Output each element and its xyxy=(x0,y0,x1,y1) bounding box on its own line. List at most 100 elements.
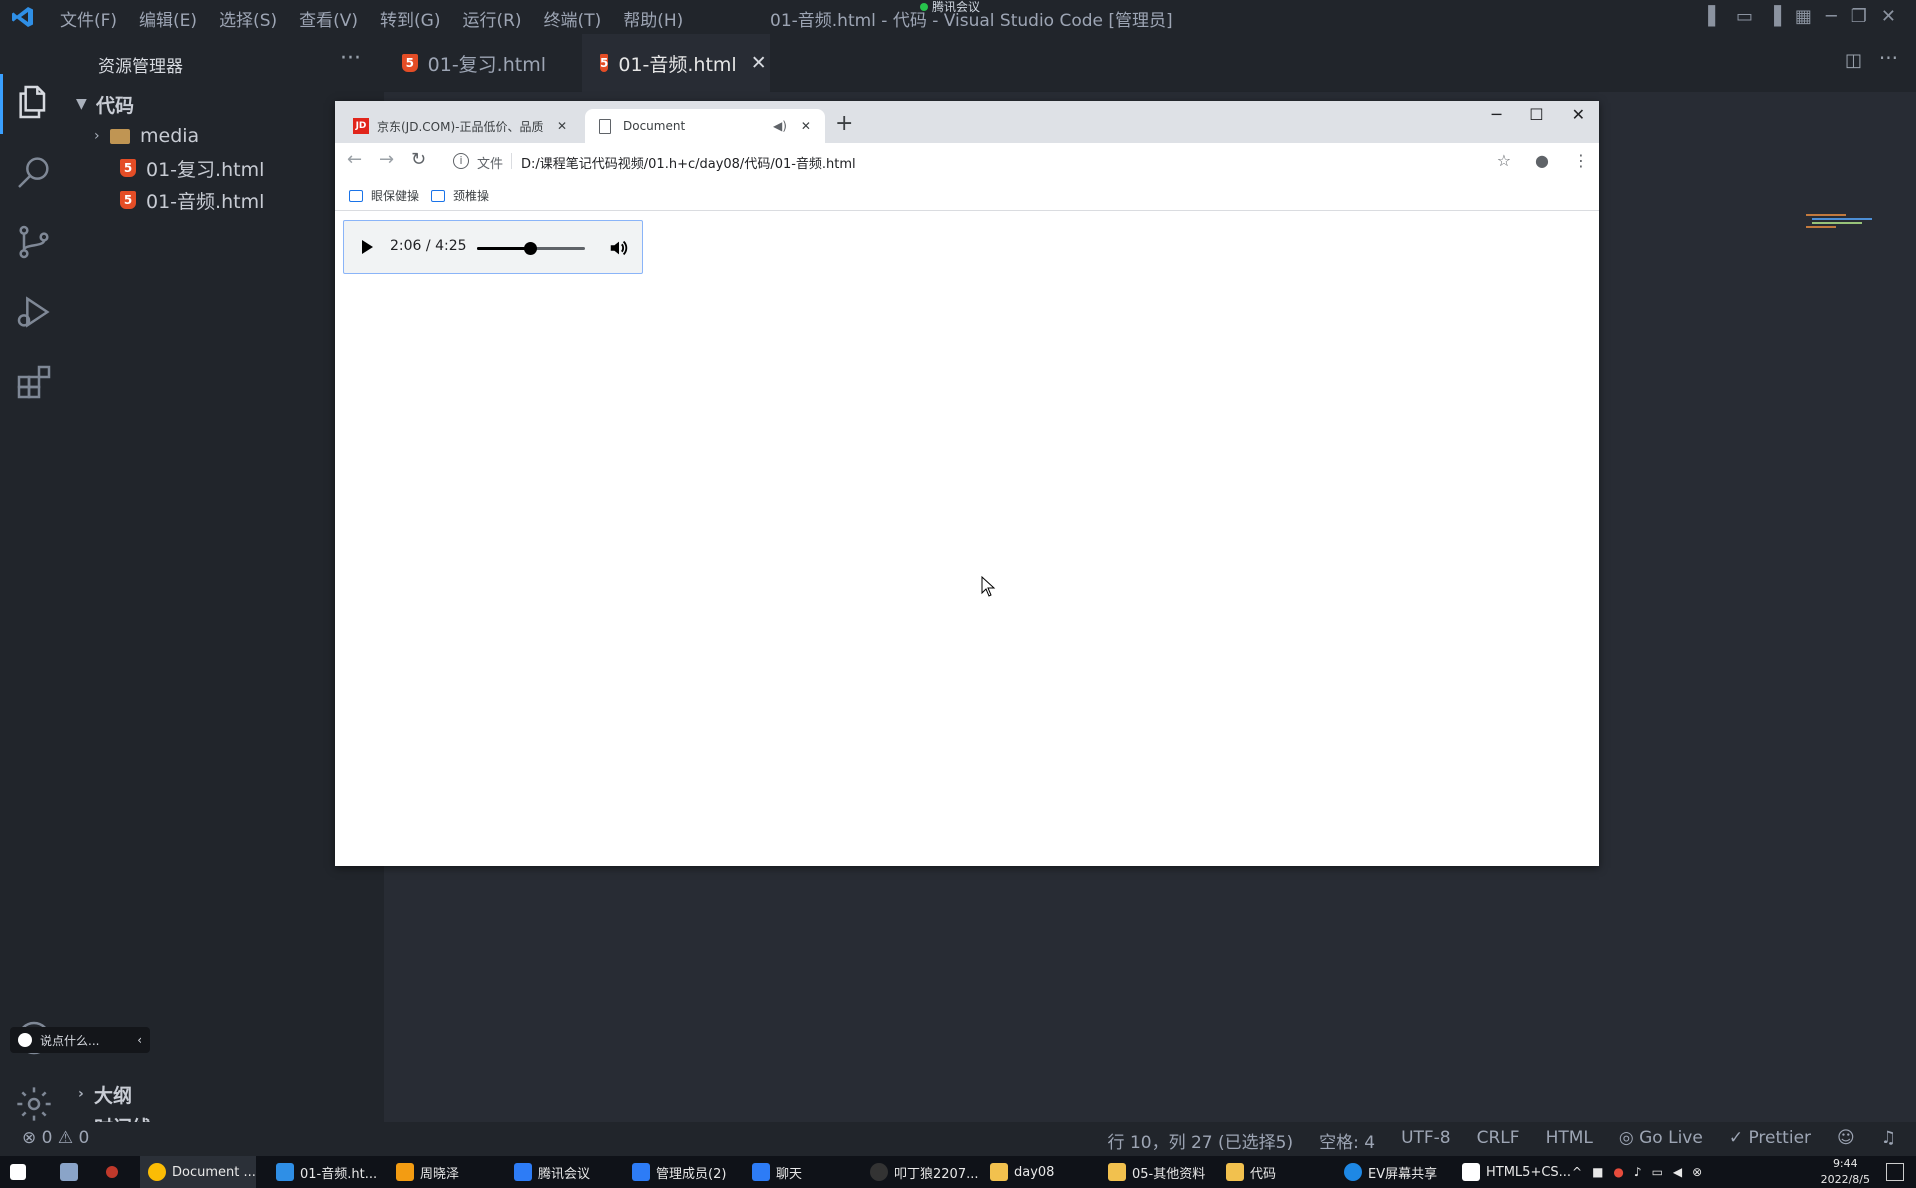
tray-record-icon[interactable]: ● xyxy=(1613,1165,1623,1179)
bookmark-item[interactable]: 颈椎操 xyxy=(431,187,489,204)
tencent-meeting-icon xyxy=(514,1163,532,1181)
editor-more-icon[interactable]: ··· xyxy=(1879,46,1898,70)
minimize-window-icon[interactable]: ─ xyxy=(1826,6,1837,27)
go-live-label: Go Live xyxy=(1639,1128,1703,1148)
close-tab-icon[interactable]: ✕ xyxy=(557,119,567,133)
taskbar-item-members[interactable]: 管理成员(2) xyxy=(624,1156,726,1188)
taskbar-item-chrome[interactable]: Document ... xyxy=(140,1156,256,1188)
taskbar-item-code[interactable]: 代码 xyxy=(1218,1156,1276,1188)
taskbar-item-vscode[interactable]: 01-音频.ht... xyxy=(268,1156,377,1188)
tray-close-icon[interactable]: ⊗ xyxy=(1692,1165,1702,1179)
notifications-bell-icon[interactable]: ♫ xyxy=(1881,1128,1896,1153)
vscode-titlebar: 文件(F) 编辑(E) 选择(S) 查看(V) 转到(G) 运行(R) 终端(T… xyxy=(0,0,1916,34)
menu-go[interactable]: 转到(G) xyxy=(380,6,440,31)
toggle-secondary-sidebar-icon[interactable]: ▐ xyxy=(1767,6,1781,27)
app-icon xyxy=(870,1163,888,1181)
close-icon[interactable]: ✕ xyxy=(1572,105,1585,124)
profile-avatar-icon[interactable]: ● xyxy=(1535,151,1549,170)
menu-help[interactable]: 帮助(H) xyxy=(623,6,683,31)
menu-selection[interactable]: 选择(S) xyxy=(219,6,277,31)
taskbar-item-day08[interactable]: day08 xyxy=(982,1156,1054,1188)
site-info-icon[interactable]: i xyxy=(453,153,469,169)
problems-indicator[interactable]: ⊗ 0 ⚠ 0 xyxy=(22,1128,89,1148)
clock-time: 9:44 xyxy=(1832,1157,1858,1170)
line-ending[interactable]: CRLF xyxy=(1477,1128,1520,1153)
tray-volume-icon[interactable]: ◀ xyxy=(1673,1165,1682,1179)
volume-icon[interactable] xyxy=(608,237,630,259)
customize-layout-icon[interactable]: ▦ xyxy=(1795,6,1812,27)
menu-run[interactable]: 运行(R) xyxy=(462,6,521,31)
taskbar-clock[interactable]: 9:44 2022/8/5 xyxy=(1821,1156,1870,1188)
menu-edit[interactable]: 编辑(E) xyxy=(139,6,197,31)
audio-seek-thumb[interactable] xyxy=(524,242,538,255)
taskbar-item-label: 周晓泽 xyxy=(420,1166,460,1182)
close-tab-icon[interactable]: ✕ xyxy=(801,119,811,133)
extensions-icon[interactable] xyxy=(14,362,54,402)
taskbar-item-label: 叩丁狼2207... xyxy=(894,1166,979,1182)
go-live-button[interactable]: ◎ Go Live xyxy=(1619,1128,1703,1153)
tab-review-html[interactable]: 5 01-复习.html xyxy=(384,34,564,92)
minimap[interactable] xyxy=(1806,212,1896,238)
source-control-icon[interactable] xyxy=(14,222,54,262)
menu-view[interactable]: 查看(V) xyxy=(299,6,358,31)
chrome-tab-jd[interactable]: JD 京东(JD.COM)-正品低价、品质 ✕ xyxy=(353,109,573,143)
prettier-button[interactable]: ✓ Prettier xyxy=(1729,1128,1811,1153)
maximize-icon[interactable]: ☐ xyxy=(1529,105,1543,124)
menu-terminal[interactable]: 终端(T) xyxy=(544,6,602,31)
collapse-chevron-icon[interactable]: ‹ xyxy=(137,1033,142,1047)
tab-audio-html[interactable]: 5 01-音频.html ✕ xyxy=(582,34,770,92)
close-window-icon[interactable]: ✕ xyxy=(1881,6,1896,27)
chrome-menu-icon[interactable]: ⋮ xyxy=(1573,151,1589,170)
taskbar-item-ev[interactable]: EV屏幕共享 xyxy=(1336,1156,1437,1188)
taskbar-item-typora[interactable]: HTML5+CS... xyxy=(1454,1156,1571,1188)
folder-icon xyxy=(110,128,130,144)
play-icon[interactable] xyxy=(362,240,373,254)
tray-mic-icon[interactable]: ♪ xyxy=(1634,1165,1642,1179)
check-icon: ✓ xyxy=(1728,1128,1744,1148)
chrome-toolbar: ← → ↻ i 文件 D:/课程笔记代码视频/01.h+c/day08/代码/0… xyxy=(335,143,1599,179)
run-debug-icon[interactable] xyxy=(14,292,54,332)
toggle-sidebar-icon[interactable]: ▌ xyxy=(1708,6,1722,27)
address-bar-url[interactable]: D:/课程笔记代码视频/01.h+c/day08/代码/01-音频.html xyxy=(521,153,856,172)
close-tab-icon[interactable]: ✕ xyxy=(751,52,767,74)
new-tab-icon[interactable]: + xyxy=(835,111,853,136)
audio-playing-icon[interactable]: ◀) xyxy=(773,119,787,133)
tray-overflow-chevron-icon[interactable]: ^ xyxy=(1572,1165,1582,1179)
start-windows-icon[interactable] xyxy=(10,1156,32,1188)
feedback-icon[interactable]: ☺ xyxy=(1837,1128,1855,1153)
menu-file[interactable]: 文件(F) xyxy=(60,6,117,31)
outline-section[interactable]: › 大纲 xyxy=(68,1078,384,1110)
taskbar-item-meeting[interactable]: 腾讯会议 xyxy=(506,1156,590,1188)
taskbar-item-wolf[interactable]: 叩丁狼2207... xyxy=(862,1156,978,1188)
cursor-position[interactable]: 行 10，列 27 (已选择5) xyxy=(1108,1128,1294,1153)
task-view-icon[interactable] xyxy=(60,1156,84,1188)
restore-window-icon[interactable]: ❐ xyxy=(1851,6,1867,27)
bookmark-item[interactable]: 眼保健操 xyxy=(349,187,419,204)
minimize-icon[interactable]: ─ xyxy=(1492,105,1502,124)
language-mode[interactable]: HTML xyxy=(1546,1128,1593,1153)
toggle-panel-icon[interactable]: ▭ xyxy=(1736,6,1753,27)
audio-player[interactable]: 2:06 / 4:25 xyxy=(343,220,643,274)
taskbar-item-other[interactable]: 05-其他资料 xyxy=(1100,1156,1205,1188)
explorer-icon[interactable] xyxy=(14,82,54,122)
encoding[interactable]: UTF-8 xyxy=(1401,1128,1451,1153)
reload-icon[interactable]: ↻ xyxy=(411,149,426,170)
ev-share-icon xyxy=(1344,1163,1362,1181)
bookmark-star-icon[interactable]: ☆ xyxy=(1497,151,1511,170)
back-arrow-icon[interactable]: ← xyxy=(347,149,362,170)
split-editor-icon[interactable]: ◫ xyxy=(1845,50,1862,71)
more-actions-icon[interactable]: ··· xyxy=(340,46,361,71)
tray-network-icon[interactable]: ▭ xyxy=(1652,1165,1663,1179)
audio-seek-slider[interactable] xyxy=(477,242,585,255)
recorder-icon[interactable] xyxy=(106,1156,124,1188)
search-icon[interactable] xyxy=(14,152,54,192)
indentation[interactable]: 空格: 4 xyxy=(1319,1128,1375,1153)
action-center-icon[interactable] xyxy=(1886,1163,1904,1181)
settings-gear-icon[interactable] xyxy=(14,1084,54,1124)
tray-app-icon[interactable]: ■ xyxy=(1592,1165,1603,1179)
taskbar-item-contact[interactable]: 周晓泽 xyxy=(388,1156,459,1188)
forward-arrow-icon[interactable]: → xyxy=(379,149,394,170)
chrome-tab-document[interactable]: Document ◀) ✕ xyxy=(585,109,825,143)
chat-input-pill[interactable]: 说点什么... ‹ xyxy=(10,1027,150,1053)
taskbar-item-chat[interactable]: 聊天 xyxy=(744,1156,802,1188)
